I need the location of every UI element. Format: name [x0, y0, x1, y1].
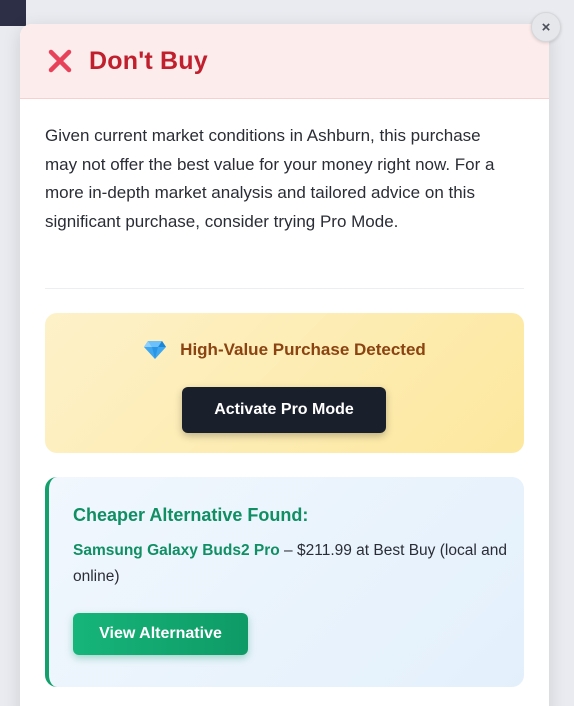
close-button[interactable]: × — [531, 12, 561, 42]
pro-mode-heading: High-Value Purchase Detected — [45, 340, 524, 360]
x-icon — [46, 47, 74, 75]
alternative-heading: Cheaper Alternative Found: — [73, 505, 309, 525]
close-icon: × — [541, 18, 551, 36]
verdict-modal: Don't Buy Given current market condition… — [20, 24, 549, 706]
pro-mode-heading-text: High-Value Purchase Detected — [180, 340, 426, 359]
backdrop — [0, 0, 26, 26]
alternative-product-name: Samsung Galaxy Buds2 Pro — [73, 542, 280, 559]
activate-pro-mode-button[interactable]: Activate Pro Mode — [182, 387, 386, 433]
gem-icon — [143, 340, 167, 360]
divider — [45, 288, 524, 289]
pro-mode-card: High-Value Purchase Detected Activate Pr… — [45, 313, 524, 453]
alternative-description: Samsung Galaxy Buds2 Pro – $211.99 at Be… — [73, 538, 513, 590]
alternative-card: Cheaper Alternative Found: Samsung Galax… — [45, 477, 524, 687]
modal-header: Don't Buy — [20, 24, 549, 99]
modal-title: Don't Buy — [89, 46, 208, 75]
verdict-message: Given current market conditions in Ashbu… — [45, 126, 495, 231]
view-alternative-button[interactable]: View Alternative — [73, 613, 248, 655]
